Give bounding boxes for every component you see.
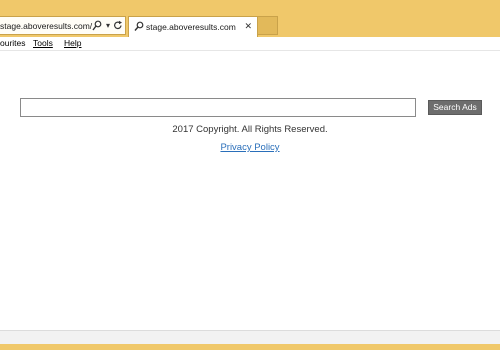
status-bar (0, 330, 500, 345)
menu-item-help[interactable]: Help (64, 38, 81, 48)
taskbar (0, 344, 500, 350)
refresh-icon[interactable] (113, 20, 123, 31)
search-icon[interactable] (92, 20, 102, 31)
menu-item-help-label: Help (64, 38, 82, 48)
address-url[interactable]: stage.aboveresults.com/ (0, 21, 92, 31)
copyright-text: 2017 Copyright. All Rights Reserved. (172, 124, 328, 135)
tab-title: stage.aboveresults.com (146, 22, 236, 32)
search-favicon-icon (134, 21, 144, 31)
menu-bar: ourites Tools Help (0, 37, 500, 51)
menu-item-favourites[interactable]: ourites (0, 38, 26, 48)
new-tab-button[interactable] (258, 16, 278, 35)
privacy-policy-container: Privacy Policy (0, 142, 500, 153)
menu-item-tools[interactable]: Tools (33, 38, 53, 48)
dropdown-arrow-icon[interactable]: ▾ (103, 20, 113, 31)
search-ads-button[interactable]: Search Ads (428, 100, 482, 115)
close-icon[interactable]: ✕ (244, 21, 252, 32)
menu-item-tools-label: Tools (33, 38, 53, 48)
browser-tab[interactable]: stage.aboveresults.com ✕ (128, 16, 258, 37)
search-input[interactable] (20, 98, 416, 117)
privacy-policy-link[interactable]: Privacy Policy (220, 142, 279, 153)
address-bar[interactable]: stage.aboveresults.com/ ▾ (0, 16, 126, 35)
